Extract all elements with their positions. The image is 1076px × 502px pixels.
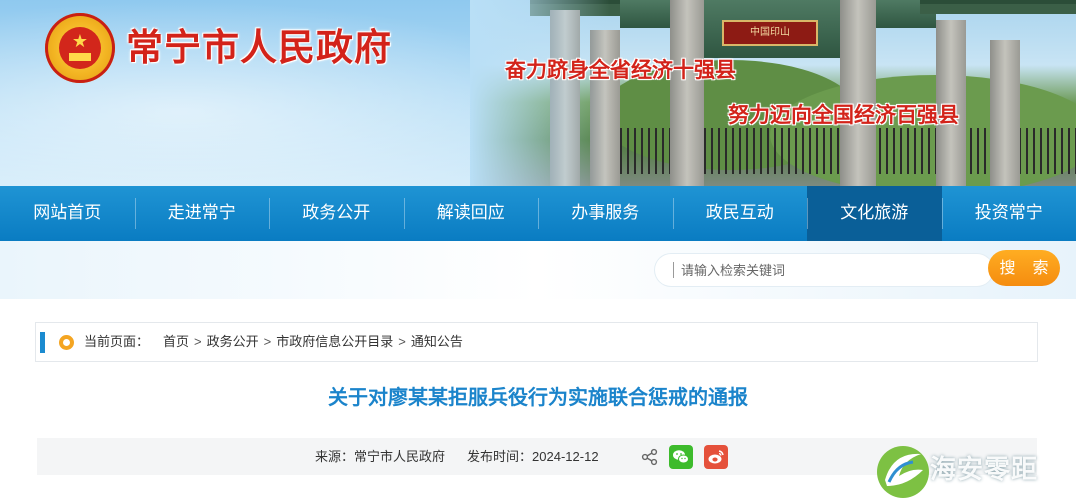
breadcrumb-link-notices[interactable]: 通知公告 — [411, 334, 463, 349]
article-title: 关于对廖某某拒服兵役行为实施联合惩戒的通报 — [328, 385, 748, 409]
slogan-2: 努力迈向全国经济百强县 — [728, 102, 959, 127]
watermark-text: 海安零距 — [930, 455, 1039, 485]
nav-item-home[interactable]: 网站首页 — [0, 186, 135, 241]
weibo-share-button[interactable] — [704, 445, 728, 469]
date-label: 发布时间： — [467, 449, 533, 464]
nav-item-interpretation[interactable]: 解读回应 — [403, 186, 539, 241]
article-meta: 来源：常宁市人民政府 发布时间：2024-12-12 — [315, 438, 599, 475]
date-value: 2024-12-12 — [532, 449, 599, 464]
gate-pillar — [990, 40, 1020, 186]
photo-fade — [470, 0, 610, 186]
main-nav: 网站首页 走进常宁 政务公开 解读回应 办事服务 政民互动 文化旅游 投资常宁 — [0, 186, 1076, 241]
breadcrumb: 当前页面： 首页 > 政务公开 > 市政府信息公开目录 > 通知公告 — [84, 323, 463, 361]
gate-sign: 中国印山 — [722, 20, 818, 46]
gate-pillar — [840, 0, 876, 186]
nav-item-about[interactable]: 走进常宁 — [134, 186, 270, 241]
nav-item-culture-tourism[interactable]: 文化旅游 — [807, 186, 942, 241]
source-label: 来源： — [315, 449, 355, 464]
search-caret — [673, 262, 674, 278]
nav-item-gov-affairs[interactable]: 政务公开 — [269, 186, 404, 241]
breadcrumb-separator: > — [263, 334, 272, 349]
nav-item-services[interactable]: 办事服务 — [538, 186, 673, 241]
location-icon — [59, 335, 74, 350]
wechat-share-button[interactable] — [669, 445, 693, 469]
search-box — [655, 254, 993, 286]
share-icon[interactable] — [641, 448, 659, 466]
gate-pillar — [670, 0, 704, 186]
nav-item-investment[interactable]: 投资常宁 — [941, 186, 1076, 241]
gate-roof-right — [920, 0, 1076, 14]
header-banner: 中国印山 ★ 常宁市人民政府 奋力跻身全省经济十强县 努力迈向全国经济百强县 — [0, 0, 1076, 186]
search-band: 搜 索 — [0, 241, 1076, 299]
site-title: 常宁市人民政府 — [126, 25, 392, 69]
source-value: 常宁市人民政府 — [354, 449, 446, 464]
breadcrumb-accent-bar — [40, 332, 45, 353]
breadcrumb-link-catalog[interactable]: 市政府信息公开目录 — [276, 334, 393, 349]
nav-item-interaction[interactable]: 政民互动 — [672, 186, 808, 241]
weibo-icon — [708, 450, 724, 464]
wechat-icon — [673, 450, 689, 464]
breadcrumb-label: 当前页面： — [84, 334, 150, 349]
breadcrumb-separator: > — [398, 334, 406, 349]
breadcrumb-link-home[interactable]: 首页 — [163, 334, 189, 349]
breadcrumb-box: 当前页面： 首页 > 政务公开 > 市政府信息公开目录 > 通知公告 — [35, 322, 1038, 362]
breadcrumb-link-gov-affairs[interactable]: 政务公开 — [207, 334, 259, 349]
slogan-1: 奋力跻身全省经济十强县 — [505, 57, 736, 82]
search-button[interactable]: 搜 索 — [988, 250, 1060, 286]
breadcrumb-separator: > — [194, 334, 202, 349]
national-emblem-icon: ★ — [45, 13, 115, 83]
search-input[interactable] — [681, 254, 981, 286]
